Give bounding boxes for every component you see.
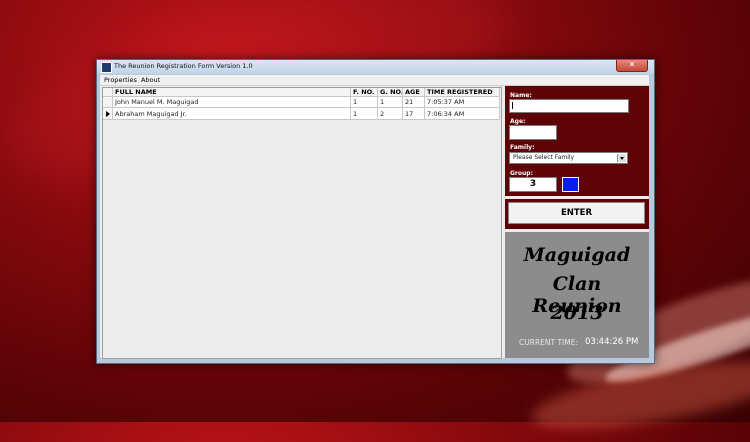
registration-table[interactable]: FULL NAME F. NO. G. NO. AGE TIME REGISTE…: [102, 87, 502, 359]
window-title: The Reunion Registration Form Version 1.…: [114, 62, 253, 70]
row-selector[interactable]: [103, 97, 113, 108]
column-header-age[interactable]: AGE: [403, 88, 425, 97]
cell-full-name[interactable]: John Manuel M. Maguigad: [113, 97, 351, 108]
current-row-arrow-icon: [106, 111, 110, 117]
group-field[interactable]: 3: [509, 177, 557, 192]
family-select-value: Please Select Family: [513, 154, 575, 161]
title-bar[interactable]: The Reunion Registration Form Version 1.…: [97, 60, 654, 74]
text-cursor: [512, 102, 513, 109]
group-label: Group:: [510, 170, 533, 177]
row-selector-current[interactable]: [103, 108, 113, 120]
banner-line-1: Maguigad: [523, 244, 631, 266]
cell-g-no[interactable]: 1: [378, 97, 403, 108]
registration-form-panel: Name: Age: Family: Please Select Family …: [505, 86, 649, 196]
column-header-full-name[interactable]: FULL NAME: [113, 88, 351, 97]
cell-g-no[interactable]: 2: [378, 108, 403, 120]
menu-about[interactable]: About: [141, 76, 160, 84]
cell-age[interactable]: 21: [403, 97, 425, 108]
banner-line-3: 2013: [550, 302, 604, 324]
reunion-banner: Maguigad Clan Reunion 2013 CURRENT TIME:…: [505, 232, 649, 358]
row-header-corner: [103, 88, 113, 97]
age-label: Age:: [510, 118, 526, 125]
enter-button[interactable]: ENTER: [508, 202, 645, 224]
menu-bar: Properties About: [100, 75, 649, 86]
name-label: Name:: [510, 92, 532, 99]
group-color-swatch: [562, 177, 579, 192]
cell-f-no[interactable]: 1: [351, 97, 378, 108]
current-time-label: CURRENT TIME:: [519, 338, 578, 347]
current-time-value: 03:44:26 PM: [585, 337, 639, 347]
column-header-f-no[interactable]: F. NO.: [351, 88, 378, 97]
column-header-g-no[interactable]: G. NO.: [378, 88, 403, 97]
column-header-time-registered[interactable]: TIME REGISTERED: [425, 88, 500, 97]
menu-properties[interactable]: Properties: [104, 76, 137, 84]
cell-age[interactable]: 17: [403, 108, 425, 120]
enter-area: ENTER: [505, 199, 649, 229]
cell-time-registered[interactable]: 7:06:34 AM: [425, 108, 500, 120]
app-icon: [101, 62, 112, 73]
cell-f-no[interactable]: 1: [351, 108, 378, 120]
cell-time-registered[interactable]: 7:05:37 AM: [425, 97, 500, 108]
main-content: FULL NAME F. NO. G. NO. AGE TIME REGISTE…: [100, 86, 649, 359]
family-label: Family:: [510, 144, 535, 151]
chevron-down-icon[interactable]: [617, 154, 626, 162]
name-field[interactable]: [509, 99, 629, 113]
app-window: The Reunion Registration Form Version 1.…: [96, 59, 655, 364]
family-select[interactable]: Please Select Family: [509, 152, 628, 164]
cell-full-name[interactable]: Abraham Maguigad Jr.: [113, 108, 351, 120]
close-button[interactable]: ✕: [616, 60, 648, 72]
age-field[interactable]: [509, 125, 557, 140]
